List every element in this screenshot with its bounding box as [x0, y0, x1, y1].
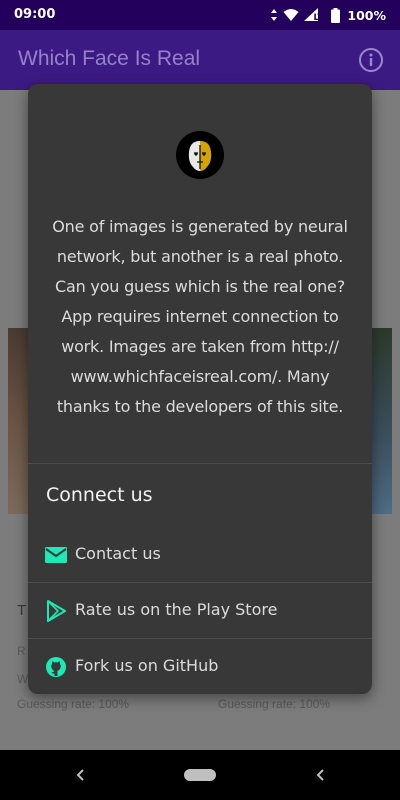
wifi-icon [283, 9, 299, 21]
rate-us-item[interactable]: Rate us on the Play Store [28, 583, 372, 639]
battery-icon [331, 7, 341, 23]
github-item[interactable]: Fork us on GitHub [28, 639, 372, 694]
guessing-rate-left: Guessing rate: 100% [17, 697, 130, 711]
navigation-bar [0, 750, 400, 800]
description-line: network, but another is a real photo. [56, 247, 344, 266]
play-store-icon [47, 600, 66, 622]
connect-section-title: Connect us [46, 484, 153, 506]
status-icons: LTE 100% [270, 6, 386, 24]
guessing-rate-right: Guessing rate: 100% [218, 697, 331, 711]
face-logo-icon [176, 131, 224, 179]
description-line: Can you guess which is the real one? [55, 277, 345, 296]
description-line: work. Images are taken from http:// [61, 337, 339, 356]
background-row-letter: R [17, 644, 26, 658]
about-dialog: One of images is generated by neural net… [28, 84, 372, 694]
contact-us-item[interactable]: Contact us [28, 527, 372, 583]
description-line: App requires internet connection to [61, 307, 339, 326]
github-label: Fork us on GitHub [75, 656, 219, 675]
description-line: One of images is generated by neural [52, 217, 348, 236]
dialog-description: One of images is generated by neural net… [44, 212, 356, 422]
recents-icon[interactable] [312, 766, 328, 784]
battery-percent: 100% [347, 7, 386, 23]
description-line: www.whichfaceisreal.com/. Many [70, 367, 330, 386]
github-icon [46, 657, 66, 677]
status-bar: 09:00 LTE 100% [0, 0, 400, 30]
description-line: thanks to the developers of this site. [56, 397, 344, 416]
svg-text:LTE: LTE [314, 13, 327, 22]
app-title: Which Face Is Real [18, 47, 201, 70]
contact-us-label: Contact us [75, 544, 161, 563]
status-time: 09:00 [14, 7, 56, 22]
info-icon[interactable] [358, 47, 384, 73]
home-pill-button[interactable] [184, 769, 216, 781]
mail-icon [45, 547, 67, 563]
background-heading: T [17, 602, 27, 619]
data-arrows-icon [271, 9, 278, 21]
rate-us-label: Rate us on the Play Store [75, 600, 278, 619]
back-icon[interactable] [72, 766, 88, 784]
app-bar: Which Face Is Real [0, 30, 400, 90]
divider [28, 463, 372, 464]
background-row-letter: W [17, 672, 29, 686]
signal-icon: LTE [304, 8, 326, 22]
